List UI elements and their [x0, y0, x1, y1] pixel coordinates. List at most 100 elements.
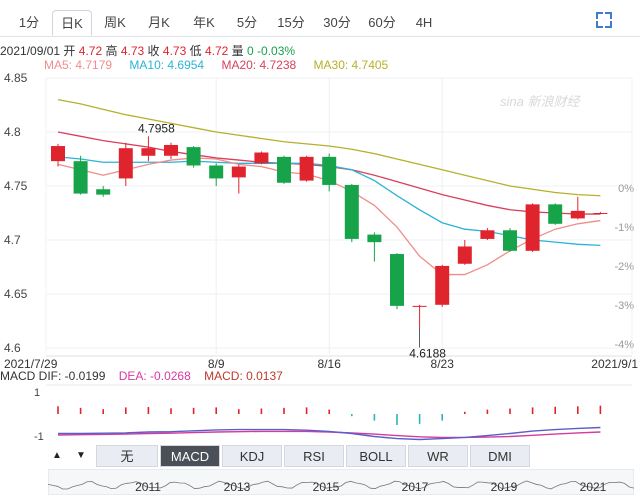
tab-5[interactable]: 5分 [230, 10, 264, 36]
close-value: 4.73 [162, 44, 187, 58]
indicator-dmi[interactable]: DMI [470, 445, 530, 467]
candle-body [231, 166, 246, 178]
ma-legend: MA5: 4.7179 MA10: 4.6954 MA20: 4.7238 MA… [44, 58, 402, 72]
macd-bar [238, 409, 240, 414]
volume-label: 量 [231, 44, 244, 58]
price-annotation: 4.7958 [138, 121, 175, 135]
candle [51, 143, 65, 167]
macd-bar [102, 409, 104, 414]
indicator-wr[interactable]: WR [408, 445, 468, 467]
candle [277, 155, 291, 184]
candle [96, 186, 111, 197]
scroll-up-button[interactable]: ▲ [46, 446, 68, 466]
open-value: 4.72 [78, 44, 103, 58]
tab-9[interactable]: 4H [410, 10, 438, 36]
macd-chart: 1 -1 [34, 384, 632, 443]
candle-body [254, 152, 269, 164]
tab-0[interactable]: 1分 [16, 10, 42, 36]
tab-4[interactable]: 年K [186, 10, 222, 36]
macd-bar [531, 407, 534, 414]
candle-body [96, 189, 111, 195]
candle [435, 264, 450, 307]
macd-bar [464, 411, 466, 414]
ma10-legend: MA10: 4.6954 [129, 58, 205, 72]
tab-7[interactable]: 30分 [318, 10, 356, 36]
candle-body [51, 146, 65, 162]
y-tick-label: 4.85 [4, 72, 28, 85]
open-label: 开 [63, 44, 76, 58]
indicator-无[interactable]: 无 [96, 445, 158, 467]
scroll-down-button[interactable]: ▼ [70, 446, 92, 466]
low-label: 低 [189, 44, 202, 58]
x-tick-label: 2021/9/1 [591, 357, 638, 371]
candle-body [164, 144, 178, 156]
overview-year-label: 2019 [491, 480, 518, 494]
candle [344, 183, 359, 243]
candle [299, 155, 314, 182]
candle-body [141, 148, 156, 156]
fullscreen-icon[interactable] [596, 12, 612, 28]
macd-bar [283, 407, 285, 414]
macd-y-tick: -1 [34, 431, 44, 443]
macd-bar [215, 407, 217, 414]
macd-bar [305, 407, 308, 414]
candlestick-chart[interactable]: sina 新浪财经 4.854.84.754.74.654.60%-1%-2%-… [0, 72, 640, 372]
macd-bar [57, 406, 59, 414]
candle-body [570, 210, 585, 219]
candle-body [344, 184, 359, 239]
x-tick-label: 8/16 [318, 357, 342, 371]
candle-body [593, 213, 608, 214]
ma5-legend: MA5: 4.7179 [44, 58, 113, 72]
candle-body [118, 148, 133, 179]
y-tick-label: 4.6 [4, 341, 21, 355]
candle-body [390, 254, 404, 306]
indicator-boll[interactable]: BOLL [346, 445, 406, 467]
macd-bar [260, 408, 263, 414]
indicator-macd[interactable]: MACD [160, 445, 220, 467]
candle-body [186, 147, 201, 166]
candle [457, 240, 472, 265]
tab-6[interactable]: 15分 [272, 10, 310, 36]
macd-bar [328, 409, 330, 414]
overview-navigator[interactable]: 2011 2013 2015 2017 2019 2021 [48, 469, 634, 495]
candle-body [457, 246, 472, 264]
macd-dif-label: MACD DIF: -0.0199 [0, 369, 106, 383]
macd-bar [192, 407, 195, 414]
candle-body [322, 156, 337, 185]
ma20-legend: MA20: 4.7238 [221, 58, 297, 72]
close-label: 收 [147, 44, 160, 58]
macd-value-label: MACD: 0.0137 [204, 369, 283, 383]
macd-bar [418, 414, 421, 424]
volume-value: 0 [247, 44, 254, 58]
candle [390, 252, 404, 310]
macd-bar [125, 407, 127, 414]
macd-dea-label: DEA: -0.0268 [118, 369, 191, 383]
candle-body [412, 305, 427, 307]
candle [209, 163, 224, 186]
tab-2[interactable]: 周K [98, 10, 132, 36]
macd-bar [486, 409, 489, 414]
price-annotation: 4.6188 [409, 346, 446, 360]
indicator-kdj[interactable]: KDJ [222, 445, 282, 467]
tab-3[interactable]: 月K [140, 10, 178, 36]
macd-bar [170, 408, 172, 414]
low-value: 4.72 [204, 44, 229, 58]
candle-body [367, 234, 382, 243]
candle-body [503, 230, 517, 251]
tab-1[interactable]: 日K [52, 10, 92, 36]
pct-tick-label: -4% [614, 339, 634, 351]
candle-body [277, 156, 291, 183]
macd-bar [441, 414, 443, 421]
indicator-rsi[interactable]: RSI [284, 445, 344, 467]
candle [367, 232, 382, 262]
candle [164, 142, 178, 159]
candle-body [480, 230, 495, 239]
candle-body [435, 265, 450, 305]
overview-year-label: 2013 [224, 480, 251, 494]
y-tick-label: 4.8 [4, 125, 21, 139]
macd-bar [599, 405, 602, 414]
macd-bar [79, 407, 82, 414]
overview-year-label: 2017 [402, 480, 429, 494]
tab-8[interactable]: 60分 [362, 10, 402, 36]
candle [548, 203, 563, 225]
